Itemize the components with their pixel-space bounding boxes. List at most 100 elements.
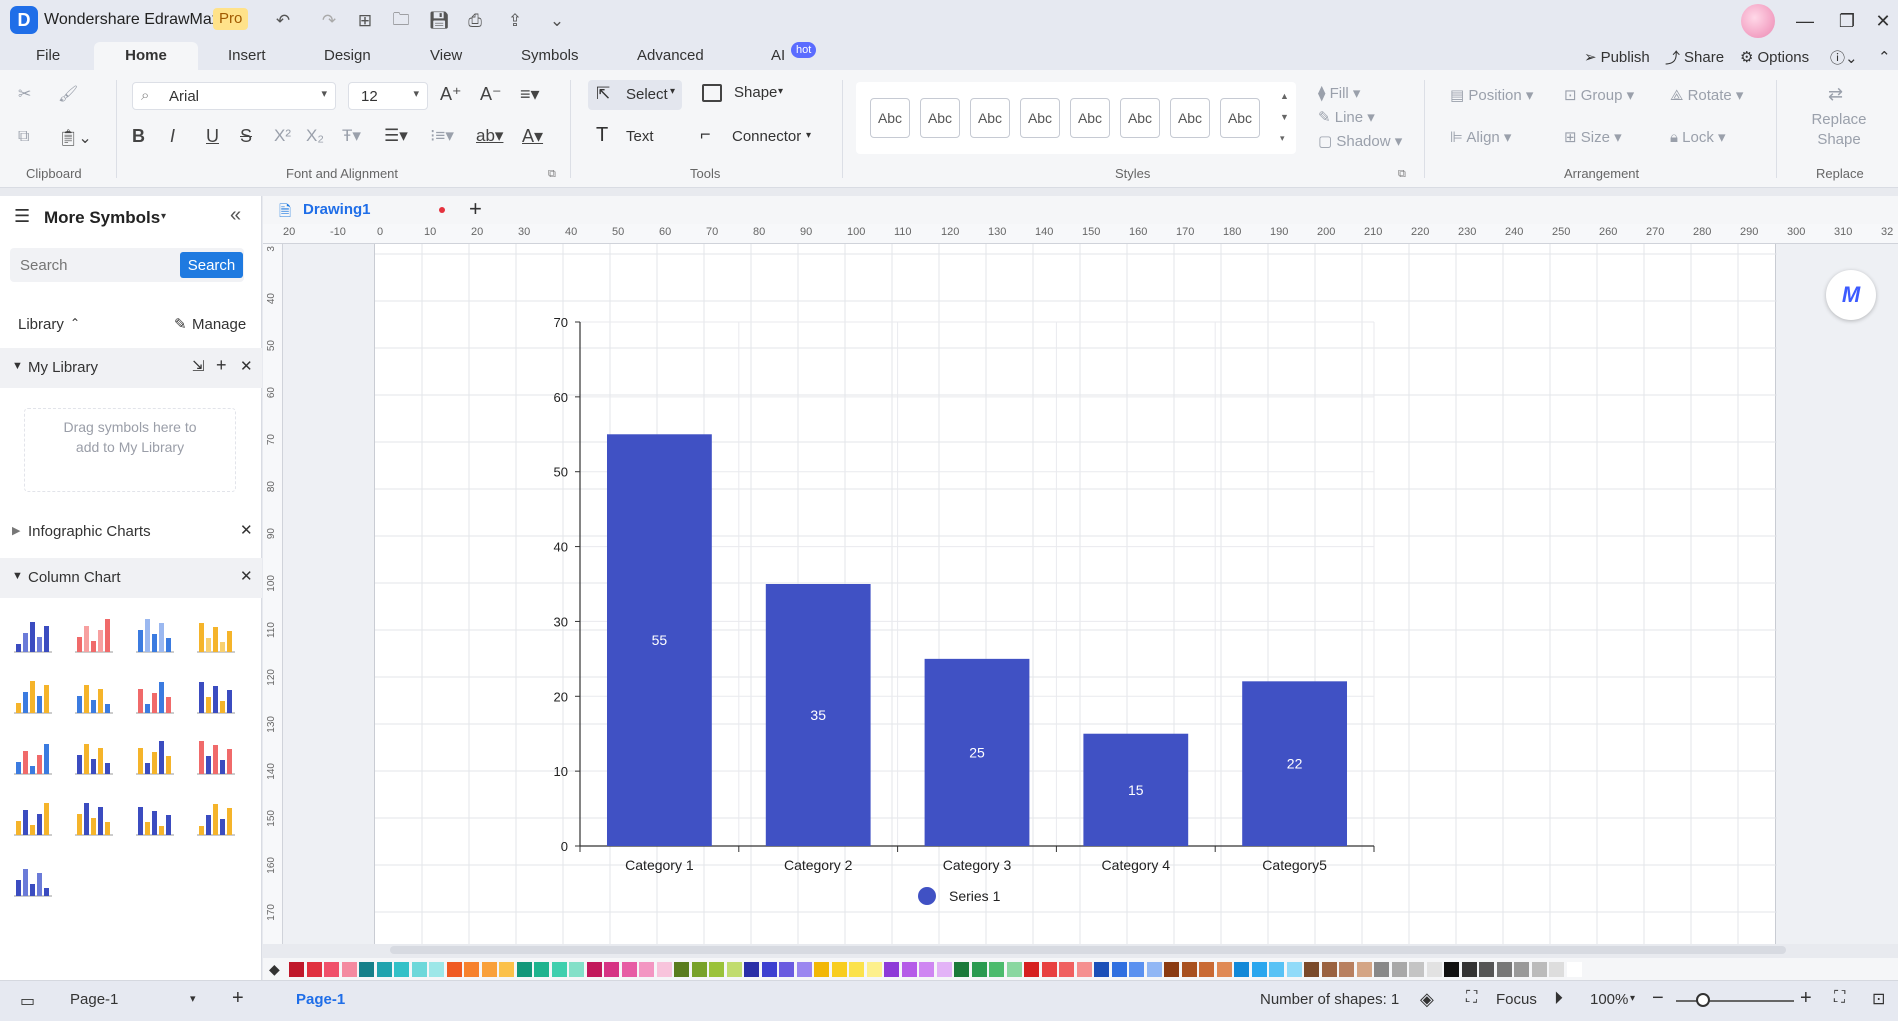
color-swatch[interactable]	[1391, 961, 1407, 977]
color-swatch[interactable]	[1059, 961, 1074, 977]
chart-thumbnail[interactable]	[132, 734, 178, 780]
color-swatch[interactable]	[901, 961, 917, 977]
export-icon[interactable]: ⇪	[502, 9, 528, 33]
color-swatch[interactable]	[866, 961, 882, 977]
color-swatch[interactable]	[1269, 961, 1284, 977]
style-sample[interactable]: Abc	[1220, 98, 1260, 138]
manage-button[interactable]: Manage	[192, 316, 246, 333]
color-swatch[interactable]	[936, 961, 952, 977]
color-swatch[interactable]	[674, 961, 689, 977]
color-swatch[interactable]	[1181, 961, 1197, 977]
document-tab[interactable]: Drawing1	[303, 201, 371, 218]
subscript-icon[interactable]: X₂	[306, 126, 324, 146]
chart-thumbnail[interactable]	[193, 612, 239, 658]
italic-icon[interactable]: I	[170, 126, 175, 147]
font-family-select[interactable]: ⌕ Arial ▾	[132, 82, 336, 110]
customize-quick-access-icon[interactable]: ⌄	[544, 9, 570, 33]
tab-file[interactable]: File	[26, 42, 70, 70]
page-layout-icon[interactable]: ▭	[20, 991, 35, 1011]
tab-view[interactable]: View	[420, 42, 472, 70]
color-swatch[interactable]	[1216, 961, 1232, 977]
chart-thumbnail[interactable]	[10, 734, 56, 780]
color-swatch[interactable]	[849, 961, 864, 977]
chevron-down-icon[interactable]: ▾	[161, 211, 166, 222]
increase-font-icon[interactable]: A⁺	[440, 84, 462, 105]
replace-shape-button[interactable]: Replace Shape	[1806, 110, 1872, 150]
page-tab[interactable]: Page-1	[296, 991, 345, 1008]
chart-thumbnail[interactable]	[10, 795, 56, 841]
strikethrough-icon[interactable]: S	[240, 126, 252, 147]
tab-ai[interactable]: AI	[761, 42, 795, 70]
fullscreen-icon[interactable]: ⊡	[1872, 989, 1885, 1009]
zoom-in-icon[interactable]: +	[1800, 987, 1812, 1010]
tab-home[interactable]: Home	[94, 42, 198, 70]
color-swatch[interactable]	[464, 961, 479, 977]
color-swatch[interactable]	[796, 961, 812, 977]
color-swatch[interactable]	[1164, 961, 1179, 977]
color-swatch[interactable]	[656, 961, 672, 977]
color-swatch[interactable]	[586, 961, 602, 977]
position-button[interactable]: ▤ Position ▾	[1450, 86, 1533, 104]
close-icon[interactable]: ✕	[240, 357, 253, 375]
focus-icon[interactable]: ⛶	[1466, 989, 1477, 1007]
color-swatch[interactable]	[1444, 961, 1459, 977]
close-icon[interactable]: ✕	[240, 567, 253, 585]
column-chart[interactable]: 0 10 20 30 40 50 60 70 55 Category 1 35 Category 2 2…	[375, 244, 1777, 944]
color-swatch[interactable]	[779, 961, 794, 977]
fill-button[interactable]: ⧫ Fill ▾	[1318, 84, 1360, 102]
line-button[interactable]: ✎ Line ▾	[1318, 108, 1375, 126]
style-sample[interactable]: Abc	[870, 98, 910, 138]
bullet-list-icon[interactable]: ⁝≡▾	[430, 126, 454, 146]
tab-design[interactable]: Design	[314, 42, 381, 70]
style-sample[interactable]: Abc	[970, 98, 1010, 138]
close-window-icon[interactable]: ✕	[1866, 8, 1898, 34]
color-swatch[interactable]	[1111, 961, 1127, 977]
format-painter-icon[interactable]: 🖌︎	[58, 84, 78, 104]
tab-insert[interactable]: Insert	[218, 42, 276, 70]
line-spacing-icon[interactable]: ☰▾	[384, 126, 408, 146]
align-text-icon[interactable]: ≡▾	[520, 84, 540, 105]
styles-scroll-icon[interactable]: ▲ ▼ ▾	[1280, 86, 1289, 149]
color-swatch[interactable]	[989, 961, 1004, 977]
color-swatch[interactable]	[1024, 961, 1039, 977]
color-swatch[interactable]	[1566, 961, 1582, 977]
select-tool-button[interactable]: ⇱ Select ▾	[588, 80, 682, 110]
shadow-button[interactable]: ▢ Shadow ▾	[1318, 132, 1402, 150]
copy-icon[interactable]: ⧉	[18, 128, 29, 146]
focus-button[interactable]: Focus	[1496, 991, 1537, 1008]
color-swatch[interactable]	[569, 961, 584, 977]
color-swatch[interactable]	[919, 961, 934, 977]
color-swatch[interactable]	[289, 961, 304, 977]
font-dialog-launcher-icon[interactable]: ⧉	[548, 168, 556, 181]
color-swatch[interactable]	[744, 961, 759, 977]
color-swatch[interactable]	[691, 961, 707, 977]
chart-thumbnail[interactable]	[71, 612, 117, 658]
style-sample[interactable]: Abc	[1020, 98, 1060, 138]
color-swatch[interactable]	[971, 961, 987, 977]
color-swatch[interactable]	[621, 961, 637, 977]
my-library-header[interactable]: ▼ My Library ⇲ + ✕	[0, 348, 262, 388]
color-swatch[interactable]	[1076, 961, 1092, 977]
decrease-font-icon[interactable]: A⁻	[480, 84, 502, 105]
chart-thumbnail[interactable]	[193, 795, 239, 841]
tab-advanced[interactable]: Advanced	[627, 42, 714, 70]
color-swatch[interactable]	[639, 961, 654, 977]
chart-thumbnail[interactable]	[132, 612, 178, 658]
infographic-charts-header[interactable]: ▶ Infographic Charts ✕	[0, 512, 262, 552]
save-icon[interactable]: 💾︎	[426, 9, 452, 33]
add-icon[interactable]: +	[216, 355, 227, 376]
color-swatch[interactable]	[1199, 961, 1214, 977]
horizontal-scrollbar[interactable]	[390, 946, 1786, 954]
chart-thumbnail[interactable]	[10, 673, 56, 719]
color-swatch[interactable]	[394, 961, 409, 977]
color-swatch[interactable]	[884, 961, 899, 977]
zoom-slider-track[interactable]	[1676, 1000, 1794, 1002]
color-swatch[interactable]	[551, 961, 567, 977]
chevron-down-icon[interactable]: ▾	[1630, 993, 1635, 1004]
color-swatch[interactable]	[429, 961, 444, 977]
color-swatch[interactable]	[1094, 961, 1109, 977]
chart-thumbnail[interactable]	[132, 795, 178, 841]
underline-icon[interactable]: U	[206, 126, 219, 147]
color-swatch[interactable]	[1041, 961, 1057, 977]
chart-thumbnail[interactable]	[132, 673, 178, 719]
